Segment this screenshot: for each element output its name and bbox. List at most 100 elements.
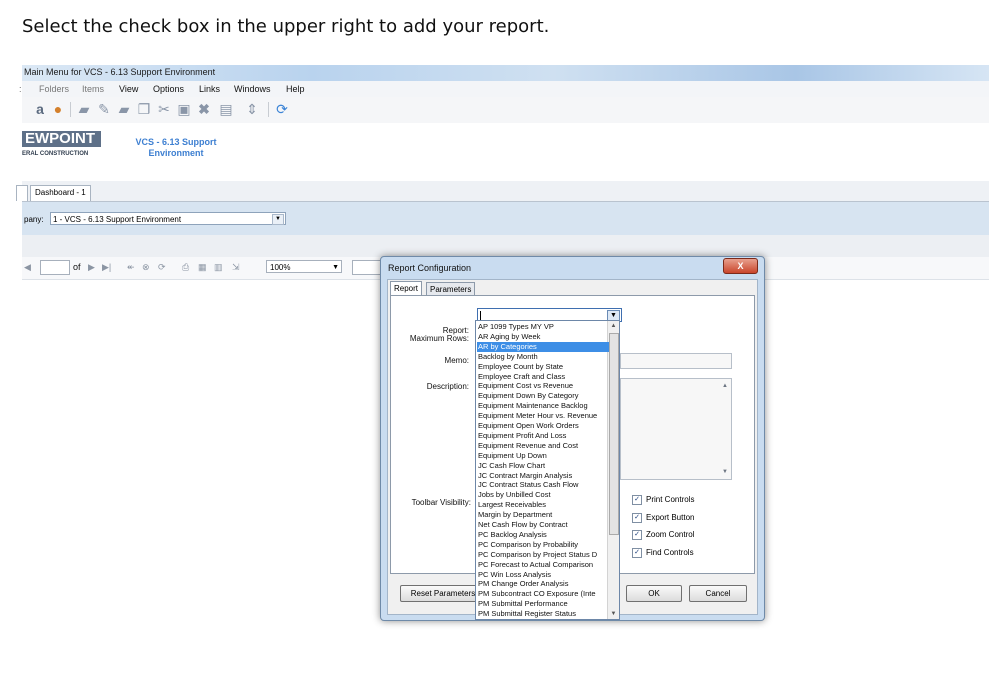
company-bar: pany: 1 - VCS - 6.13 Support Environment… xyxy=(22,202,989,235)
zoom-control-checkbox[interactable]: ✓ Zoom Control xyxy=(632,530,694,540)
report-option[interactable]: PC Backlog Analysis xyxy=(477,530,609,540)
report-option[interactable]: AR Aging by Week xyxy=(477,332,609,342)
close-button[interactable]: X xyxy=(723,258,758,274)
report-option[interactable]: PC Win Loss Analysis xyxy=(477,570,609,580)
report-option[interactable]: PM Submittal Performance xyxy=(477,599,609,609)
report-option[interactable]: Equipment Revenue and Cost xyxy=(477,441,609,451)
menu-items[interactable]: Items xyxy=(82,84,104,94)
back-icon[interactable]: ↞ xyxy=(127,262,135,273)
report-option[interactable]: JC Cash Flow Chart xyxy=(477,461,609,471)
report-option[interactable]: PC Forecast to Actual Comparison xyxy=(477,560,609,570)
tab-strip: Dashboard - 1 xyxy=(16,181,989,202)
instruction-text: Select the check box in the upper right … xyxy=(22,16,550,37)
edit-icon[interactable]: ✎ xyxy=(96,101,112,117)
first-page-icon[interactable]: ◀ xyxy=(24,262,31,273)
export-icon[interactable]: ⇲ xyxy=(232,262,240,273)
sort-icon[interactable]: ⇕ xyxy=(244,101,260,117)
next-page-icon[interactable]: ▶ xyxy=(88,262,95,273)
memo-field[interactable] xyxy=(620,353,732,369)
report-option[interactable]: Employee Count by State xyxy=(477,362,609,372)
palette-icon[interactable]: ● xyxy=(50,101,66,117)
memo-label: Memo: xyxy=(444,356,469,365)
paste-icon[interactable]: ▣ xyxy=(176,101,192,117)
stop-icon[interactable]: ⊗ xyxy=(142,262,150,273)
report-option[interactable]: PM Submittal Register Status xyxy=(477,609,609,619)
scroll-down-icon[interactable]: ▼ xyxy=(608,609,619,619)
menu-view[interactable]: View xyxy=(119,84,138,94)
refresh-icon[interactable]: ⟳ xyxy=(274,101,290,117)
report-dropdown-list[interactable]: ▲ ▼ AP 1099 Types MY VP AR Aging by Week A… xyxy=(475,320,620,620)
text-cursor xyxy=(480,311,481,320)
report-option[interactable]: Employee Craft and Class xyxy=(477,372,609,382)
report-option[interactable]: PC Comparison by Project Status D xyxy=(477,550,609,560)
tab-previous[interactable] xyxy=(16,185,28,201)
print-controls-checkbox[interactable]: ✓ Print Controls xyxy=(632,495,694,505)
last-page-icon[interactable]: ▶| xyxy=(102,262,111,273)
report-option[interactable]: Equipment Up Down xyxy=(477,451,609,461)
report-option[interactable]: Margin by Department xyxy=(477,510,609,520)
report-option[interactable]: Equipment Maintenance Backlog xyxy=(477,401,609,411)
company-select[interactable]: 1 - VCS - 6.13 Support Environment ▼ xyxy=(50,212,286,225)
scroll-up-icon[interactable]: ▲ xyxy=(722,383,728,389)
toolbar-divider xyxy=(268,102,269,117)
report-option[interactable]: Backlog by Month xyxy=(477,352,609,362)
font-icon[interactable]: a xyxy=(32,101,48,117)
report-option[interactable]: JC Contract Status Cash Flow xyxy=(477,480,609,490)
chevron-down-icon[interactable]: ▼ xyxy=(272,214,284,225)
page-number-input[interactable] xyxy=(40,260,70,275)
ok-button[interactable]: OK xyxy=(626,585,682,602)
tab-dashboard[interactable]: Dashboard - 1 xyxy=(30,185,91,201)
cancel-button[interactable]: Cancel xyxy=(689,585,747,602)
tab-report[interactable]: Report xyxy=(390,281,423,296)
chevron-down-icon[interactable]: ▼ xyxy=(332,261,339,274)
environment-title-line1: VCS - 6.13 Support xyxy=(135,137,217,147)
cut-icon[interactable]: ✂ xyxy=(156,101,172,117)
report-option[interactable]: AP 1099 Types MY VP xyxy=(477,322,609,332)
menu-windows[interactable]: Windows xyxy=(234,84,271,94)
report-option[interactable]: Equipment Down By Category xyxy=(477,391,609,401)
export-button-checkbox[interactable]: ✓ Export Button xyxy=(632,513,694,523)
menu-help[interactable]: Help xyxy=(286,84,305,94)
zoom-select[interactable]: 100% ▼ xyxy=(266,260,342,273)
spacer-bar xyxy=(22,235,989,257)
report-option[interactable]: PM Subcontract CO Exposure (Inte xyxy=(477,589,609,599)
report-option[interactable]: Equipment Profit And Loss xyxy=(477,431,609,441)
menu-folders[interactable]: Folders xyxy=(39,84,69,94)
report-option[interactable]: JC Contract Margin Analysis xyxy=(477,471,609,481)
report-option[interactable]: Equipment Cost vs Revenue xyxy=(477,381,609,391)
window-title: Main Menu for VCS - 6.13 Support Environ… xyxy=(24,67,216,77)
refresh-report-icon[interactable]: ⟳ xyxy=(158,262,166,273)
checkbox-label: Print Controls xyxy=(646,495,695,505)
menubar: : Folders Items View Options Links Windo… xyxy=(19,81,989,97)
folder-icon[interactable]: ▰ xyxy=(76,101,92,117)
checkmark-icon: ✓ xyxy=(632,530,642,540)
view-icon[interactable]: ▤ xyxy=(218,101,234,117)
menu-options[interactable]: Options xyxy=(153,84,184,94)
report-option[interactable]: Equipment Open Work Orders xyxy=(477,421,609,431)
report-option[interactable]: Equipment Meter Hour vs. Revenue xyxy=(477,411,609,421)
close-icon: X xyxy=(737,261,744,271)
delete-icon[interactable]: ✖ xyxy=(196,101,212,117)
menu-links[interactable]: Links xyxy=(199,84,220,94)
report-option[interactable]: AR by Categories xyxy=(477,341,609,352)
tab-parameters[interactable]: Parameters xyxy=(426,282,476,296)
report-option[interactable]: Largest Receivables xyxy=(477,500,609,510)
page-layout-icon[interactable]: ▦ xyxy=(198,262,207,273)
checkmark-icon: ✓ xyxy=(632,513,642,523)
scroll-up-icon[interactable]: ▲ xyxy=(608,321,619,331)
scroll-down-icon[interactable]: ▼ xyxy=(722,469,728,475)
toolbar-visibility-label: Toolbar Visibility: xyxy=(411,498,471,507)
print-icon[interactable]: ⎙ xyxy=(182,262,189,273)
copy-icon[interactable]: ❐ xyxy=(136,101,152,117)
report-option[interactable]: Jobs by Unbilled Cost xyxy=(477,490,609,500)
description-field[interactable]: ▲ ▼ xyxy=(620,378,732,480)
report-option[interactable]: PC Comparison by Probability xyxy=(477,540,609,550)
scrollbar-thumb[interactable] xyxy=(609,333,619,535)
reset-parameters-button[interactable]: Reset Parameters xyxy=(400,585,486,602)
folder-add-icon[interactable]: ▰ xyxy=(116,101,132,117)
page-setup-icon[interactable]: ▥ xyxy=(214,262,223,273)
report-option[interactable]: Net Cash Flow by Contract xyxy=(477,520,609,530)
report-option[interactable]: PM Change Order Analysis xyxy=(477,579,609,589)
find-controls-checkbox[interactable]: ✓ Find Controls xyxy=(632,548,694,558)
dialog-title: Report Configuration xyxy=(388,263,472,273)
